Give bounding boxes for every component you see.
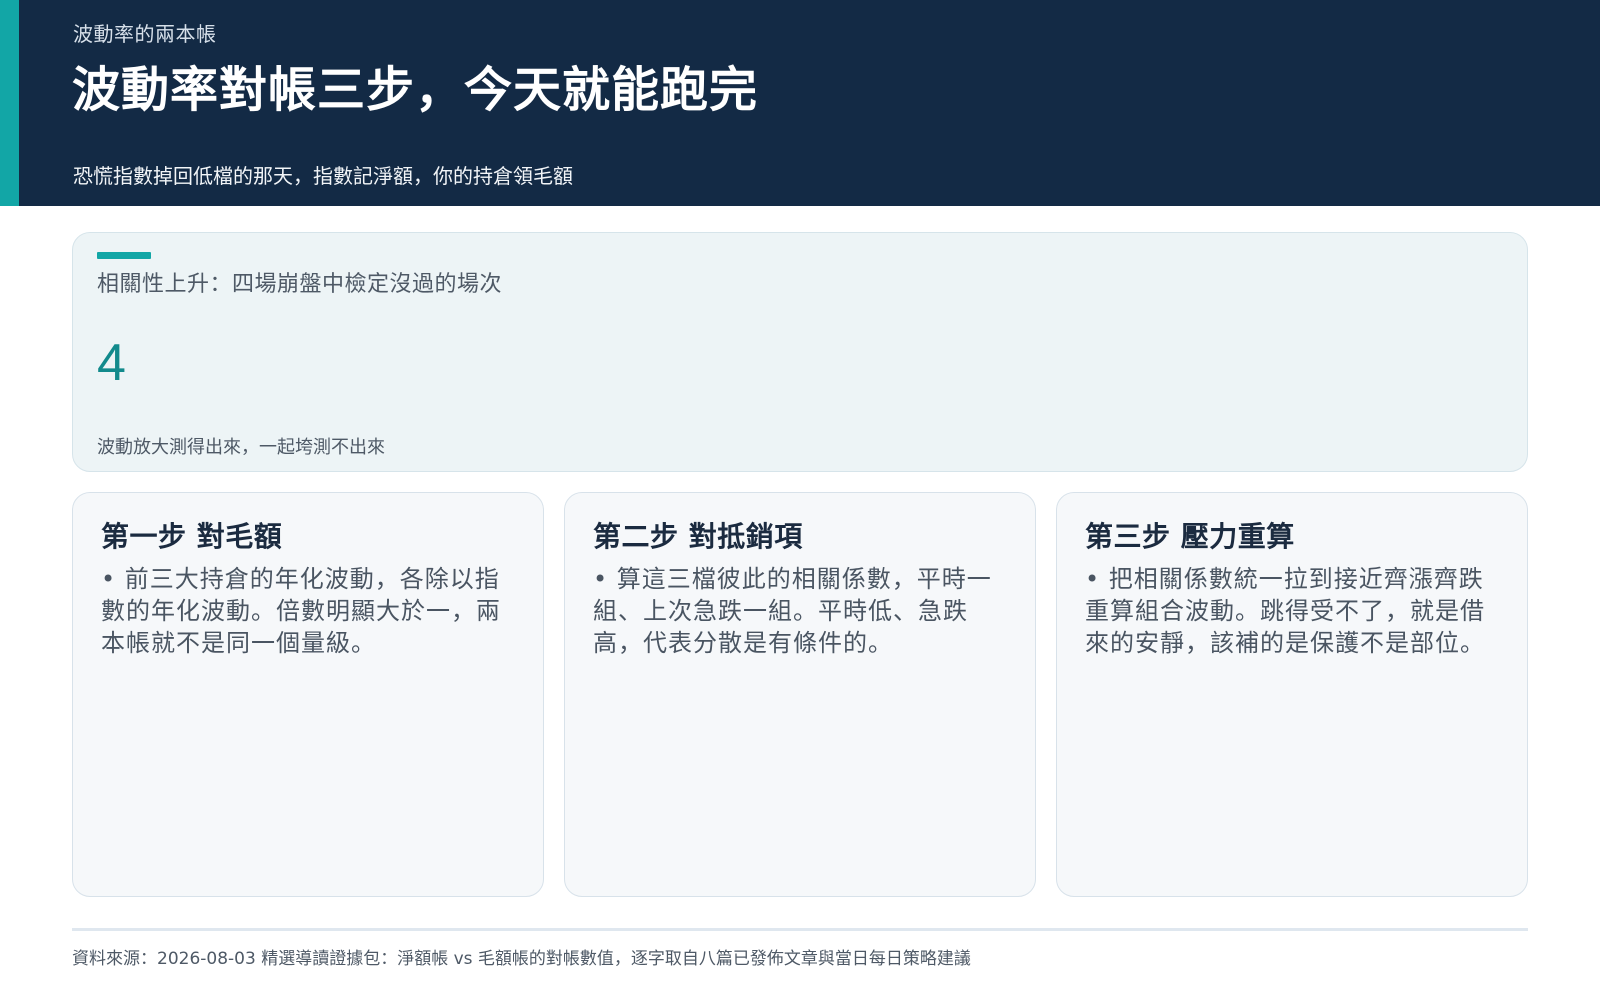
metric-value: 4 <box>97 334 126 392</box>
step-text: 算這三檔彼此的相關係數，平時一組、上次急跌一組。平時低、急跌高，代表分散是有條件… <box>593 565 992 657</box>
metric-label: 相關性上升：四場崩盤中檢定沒過的場次 <box>97 272 503 297</box>
metric-note: 波動放大測得出來，一起垮測不出來 <box>97 437 385 458</box>
metric-card: 相關性上升：四場崩盤中檢定沒過的場次 4 波動放大測得出來，一起垮測不出來 <box>72 232 1528 472</box>
bullet-icon: • <box>593 565 609 593</box>
step-title: 第三步 壓力重算 <box>1085 520 1295 553</box>
page-title: 波動率對帳三步，今天就能跑完 <box>72 62 759 118</box>
step-title: 第二步 對抵銷項 <box>593 520 803 553</box>
source-note: 資料來源：2026-08-03 精選導讀證據包：淨額帳 vs 毛額帳的對帳數值，… <box>72 949 971 969</box>
step-text: 把相關係數統一拉到接近齊漲齊跌重算組合波動。跳得受不了，就是借來的安靜，該補的是… <box>1085 565 1485 657</box>
footer-divider <box>72 928 1528 931</box>
step-card-3: 第三步 壓力重算 • 把相關係數統一拉到接近齊漲齊跌重算組合波動。跳得受不了，就… <box>1056 492 1528 897</box>
bullet-icon: • <box>101 565 117 593</box>
step-body: • 前三大持倉的年化波動，各除以指數的年化波動。倍數明顯大於一，兩本帳就不是同一… <box>101 563 511 659</box>
step-card-1: 第一步 對毛額 • 前三大持倉的年化波動，各除以指數的年化波動。倍數明顯大於一，… <box>72 492 544 897</box>
step-text: 前三大持倉的年化波動，各除以指數的年化波動。倍數明顯大於一，兩本帳就不是同一個量… <box>101 565 501 657</box>
page-header: 波動率的兩本帳 波動率對帳三步，今天就能跑完 恐慌指數掉回低檔的那天，指數記淨額… <box>0 0 1600 206</box>
metric-accent-bar <box>97 252 151 259</box>
step-title: 第一步 對毛額 <box>101 520 283 553</box>
step-card-2: 第二步 對抵銷項 • 算這三檔彼此的相關係數，平時一組、上次急跌一組。平時低、急… <box>564 492 1036 897</box>
step-body: • 算這三檔彼此的相關係數，平時一組、上次急跌一組。平時低、急跌高，代表分散是有… <box>593 563 1003 659</box>
step-body: • 把相關係數統一拉到接近齊漲齊跌重算組合波動。跳得受不了，就是借來的安靜，該補… <box>1085 563 1495 659</box>
bullet-icon: • <box>1085 565 1101 593</box>
page-eyebrow: 波動率的兩本帳 <box>73 22 217 46</box>
header-accent-bar <box>0 0 19 206</box>
page-subtitle: 恐慌指數掉回低檔的那天，指數記淨額，你的持倉領毛額 <box>73 164 573 188</box>
